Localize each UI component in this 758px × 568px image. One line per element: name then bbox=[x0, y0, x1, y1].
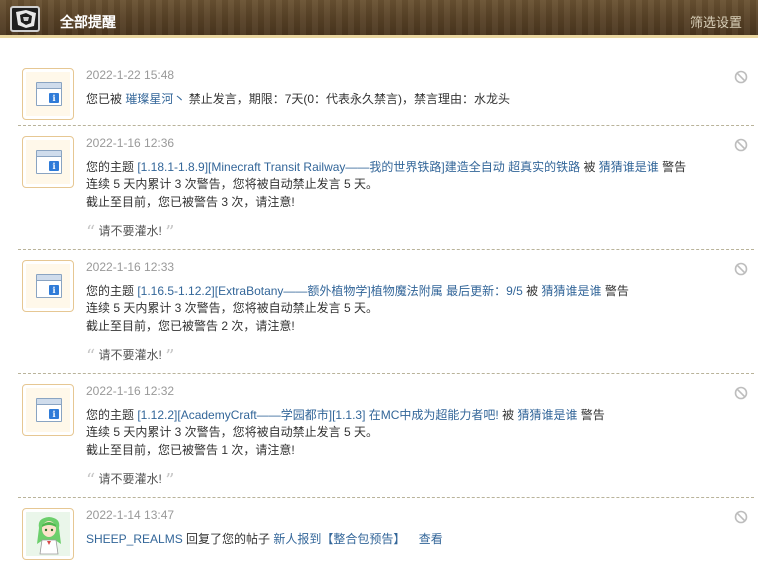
user-link[interactable]: 璀璨星河丶 bbox=[125, 92, 185, 106]
delete-circle-icon[interactable] bbox=[734, 262, 748, 276]
topic-link[interactable]: 新人报到【整合包预告】 bbox=[273, 532, 405, 546]
notice-time: 2022-1-14 13:47 bbox=[86, 508, 175, 522]
warning-reason: “ 请不要灌水! ” bbox=[86, 346, 175, 367]
notice-time: 2022-1-16 12:36 bbox=[86, 136, 175, 150]
user-avatar[interactable] bbox=[22, 508, 74, 560]
topic-link[interactable]: [1.18.1-1.8.9][Minecraft Transit Railway… bbox=[137, 160, 580, 174]
warning-reason: “ 请不要灌水! ” bbox=[86, 222, 175, 243]
notice-window-icon: i bbox=[22, 384, 74, 436]
warning-count-text: 截止至目前，您已被警告 2 次，请注意! bbox=[86, 318, 295, 333]
notice-text: SHEEP_REALMS 回复了您的帖子 新人报到【整合包预告】 查看 bbox=[86, 531, 443, 546]
notice-window-icon: i bbox=[22, 136, 74, 188]
notice-time: 2022-1-22 15:48 bbox=[86, 68, 175, 82]
notice-text: 您的主题 [1.12.2][AcademyCraft——学园都市][1.1.3]… bbox=[86, 407, 605, 422]
notice-window-icon: i bbox=[22, 260, 74, 312]
anime-girl-avatar-icon bbox=[37, 517, 61, 555]
page-title: 全部提醒 bbox=[60, 14, 116, 30]
warning-rule-text: 连续 5 天内累计 3 次警告，您将被自动禁止发言 5 天。 bbox=[86, 425, 379, 439]
warning-reason: “ 请不要灌水! ” bbox=[86, 470, 175, 491]
notice-time: 2022-1-16 12:32 bbox=[86, 384, 175, 398]
notice-window-icon: i bbox=[22, 68, 74, 120]
notice-item: i 2022-1-16 12:36 您的主题 [1.18.1-1.8.9][Mi… bbox=[18, 126, 754, 250]
warning-count-text: 截止至目前，您已被警告 3 次，请注意! bbox=[86, 194, 295, 209]
notice-time: 2022-1-16 12:33 bbox=[86, 260, 175, 274]
notice-text: 您的主题 [1.18.1-1.8.9][Minecraft Transit Ra… bbox=[86, 159, 687, 174]
delete-circle-icon[interactable] bbox=[734, 386, 748, 400]
notice-item: i 2022-1-22 15:48 您已被 璀璨星河丶 禁止发言，期限：7天(0… bbox=[18, 58, 754, 126]
user-link[interactable]: 猜猜谁是谁 bbox=[599, 160, 659, 174]
user-link[interactable]: 猜猜谁是谁 bbox=[541, 284, 601, 298]
topic-link[interactable]: [1.16.5-1.12.2][ExtraBotany——额外植物学]植物魔法附… bbox=[137, 284, 522, 298]
delete-circle-icon[interactable] bbox=[734, 138, 748, 152]
view-link[interactable]: 查看 bbox=[419, 532, 443, 546]
notice-item: 2022-1-14 13:47 SHEEP_REALMS 回复了您的帖子 新人报… bbox=[18, 498, 754, 568]
header-bar: 全部提醒 筛选设置 bbox=[0, 0, 758, 38]
user-link[interactable]: 猜猜谁是谁 bbox=[517, 408, 577, 422]
delete-circle-icon[interactable] bbox=[734, 510, 748, 524]
notice-item: i 2022-1-16 12:32 您的主题 [1.12.2][AcademyC… bbox=[18, 374, 754, 498]
delete-circle-icon[interactable] bbox=[734, 70, 748, 84]
warning-count-text: 截止至目前，您已被警告 1 次，请注意! bbox=[86, 442, 295, 457]
notice-text: 您的主题 [1.16.5-1.12.2][ExtraBotany——额外植物学]… bbox=[86, 283, 629, 298]
notice-item: i 2022-1-16 12:33 您的主题 [1.16.5-1.12.2][E… bbox=[18, 250, 754, 374]
site-logo-icon[interactable] bbox=[10, 6, 40, 32]
notice-list: i 2022-1-22 15:48 您已被 璀璨星河丶 禁止发言，期限：7天(0… bbox=[18, 58, 754, 568]
topic-link[interactable]: [1.12.2][AcademyCraft——学园都市][1.1.3] 在MC中… bbox=[137, 408, 498, 422]
user-link[interactable]: SHEEP_REALMS bbox=[86, 532, 183, 546]
filter-settings-link[interactable]: 筛选设置 bbox=[690, 12, 742, 31]
warning-rule-text: 连续 5 天内累计 3 次警告，您将被自动禁止发言 5 天。 bbox=[86, 177, 379, 191]
notice-text: 您已被 璀璨星河丶 禁止发言，期限：7天(0：代表永久禁言)，禁言理由：水龙头 bbox=[86, 91, 511, 106]
warning-rule-text: 连续 5 天内累计 3 次警告，您将被自动禁止发言 5 天。 bbox=[86, 301, 379, 315]
